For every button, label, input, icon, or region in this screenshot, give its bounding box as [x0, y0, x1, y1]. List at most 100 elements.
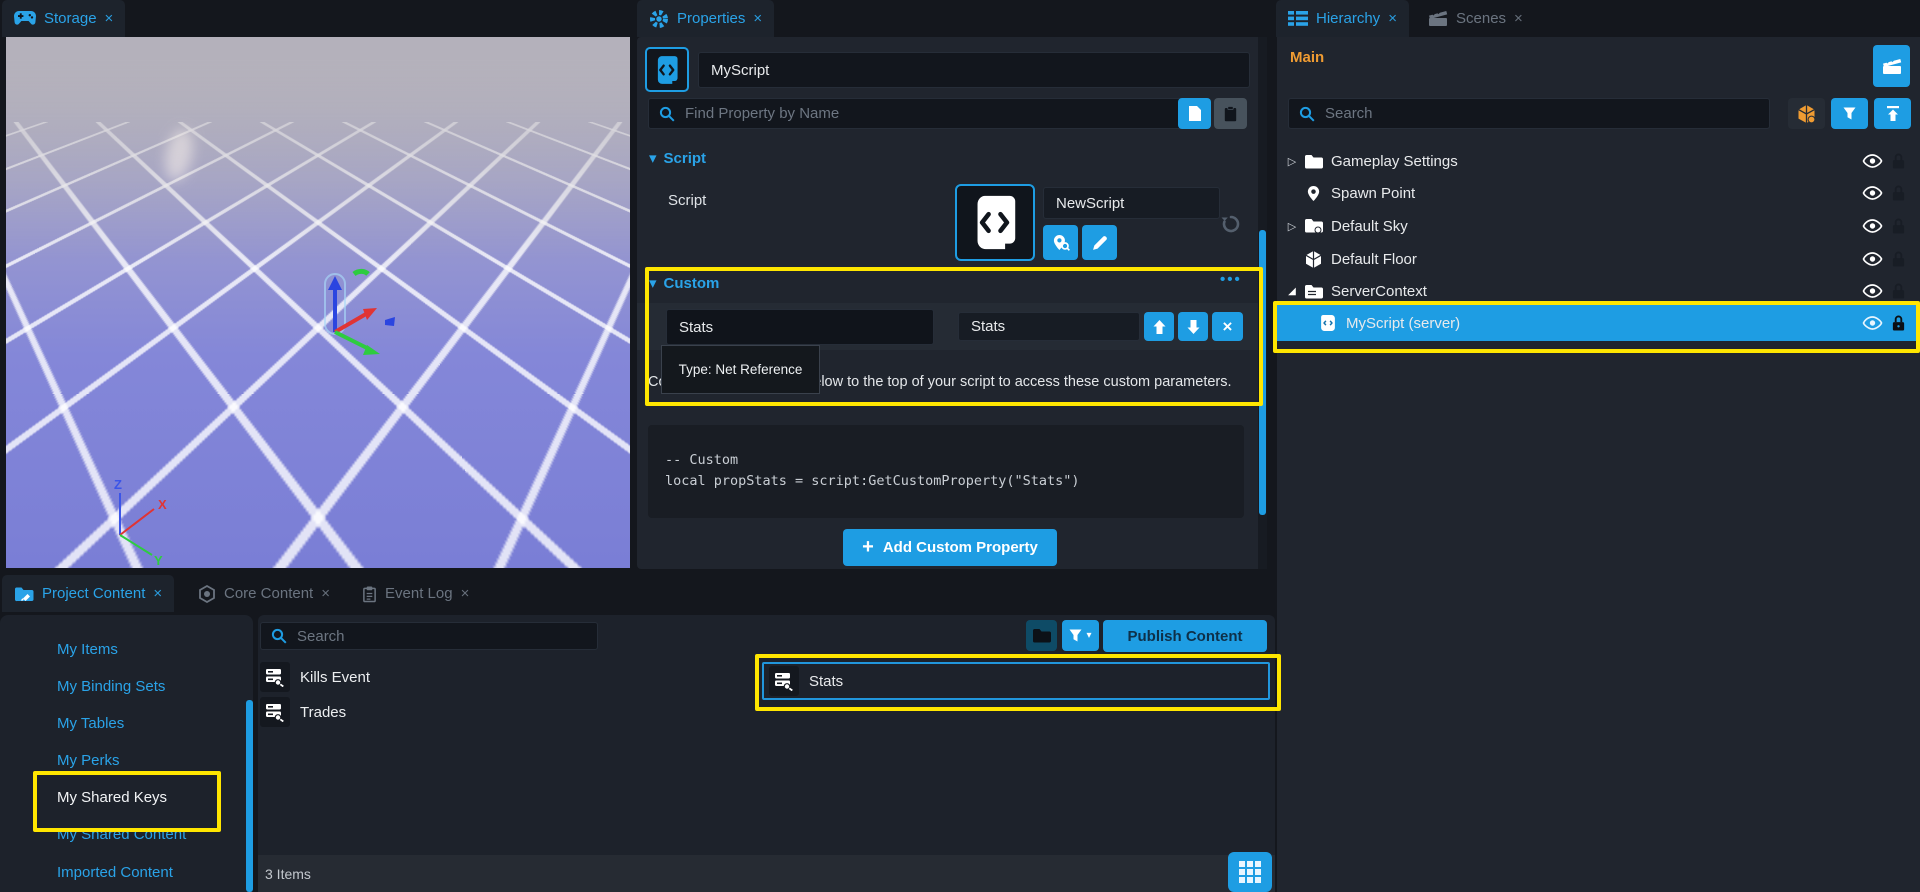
new-scene-button[interactable] — [1873, 45, 1910, 87]
content-item-trades[interactable]: Trades — [260, 697, 346, 727]
sidebar-item-my-tables[interactable]: My Tables — [57, 715, 124, 732]
sidebar-scrollbar[interactable] — [246, 700, 253, 892]
upload-icon — [1886, 106, 1900, 121]
close-icon[interactable]: × — [753, 10, 762, 27]
lock-icon[interactable] — [1891, 184, 1906, 206]
collapse-expanded-icon[interactable]: ◢ — [1284, 286, 1300, 297]
search-icon — [659, 106, 675, 122]
move-property-down-button[interactable] — [1178, 312, 1208, 341]
sidebar-item-my-binding-sets[interactable]: My Binding Sets — [57, 678, 165, 695]
paste-properties-button[interactable] — [1214, 98, 1247, 129]
tree-row-spawn-point[interactable]: Spawn Point — [1277, 177, 1920, 209]
collapse-icon[interactable]: ▾ — [649, 274, 657, 292]
content-filter-button[interactable]: ▾ — [1062, 620, 1099, 651]
tree-row-default-sky[interactable]: ▷ Default Sky — [1277, 210, 1920, 242]
grid-view-button[interactable] — [1228, 852, 1272, 892]
object-name-field[interactable] — [698, 52, 1250, 88]
collapse-icon[interactable]: ▾ — [649, 149, 657, 167]
tab-label: Scenes — [1456, 10, 1506, 27]
close-icon[interactable]: × — [105, 10, 114, 27]
section-script[interactable]: ▾ Script — [649, 149, 706, 167]
custom-property-name-field[interactable] — [666, 309, 934, 345]
section-custom[interactable]: ▾ Custom — [649, 274, 719, 292]
item-label: Kills Event — [300, 669, 370, 686]
script-asset-name-input[interactable] — [1054, 194, 1209, 213]
delete-property-button[interactable]: × — [1212, 312, 1243, 341]
tree-row-server-context[interactable]: ◢ ServerContext — [1277, 275, 1920, 307]
code-snippet[interactable]: -- Custom local propStats = script:GetCu… — [648, 425, 1244, 518]
scrollbar-thumb[interactable] — [1259, 230, 1266, 515]
expand-icon[interactable]: ▷ — [1284, 220, 1300, 233]
eye-icon[interactable] — [1862, 284, 1883, 302]
eye-icon[interactable] — [1862, 219, 1883, 237]
find-asset-button[interactable] — [1043, 225, 1078, 260]
lock-icon[interactable] — [1891, 217, 1906, 239]
sidebar-item-my-perks[interactable]: My Perks — [57, 752, 120, 769]
eye-icon[interactable] — [1862, 316, 1883, 334]
hierarchy-filter-button[interactable] — [1831, 98, 1868, 129]
sidebar-item-my-items[interactable]: My Items — [57, 641, 118, 658]
find-property-field[interactable] — [648, 98, 1182, 129]
tab-core-content[interactable]: Core Content × — [186, 575, 342, 612]
custom-property-value-field[interactable] — [958, 312, 1140, 341]
item-label: Trades — [300, 704, 346, 721]
tab-hierarchy[interactable]: Hierarchy × — [1276, 0, 1409, 37]
reset-property-button[interactable] — [1220, 213, 1242, 240]
arrow-up-icon — [1153, 320, 1166, 334]
script-asset-thumbnail[interactable] — [955, 184, 1035, 261]
publish-content-button[interactable]: Publish Content — [1103, 620, 1267, 652]
properties-scrollbar[interactable] — [1258, 37, 1267, 569]
content-search-field[interactable] — [260, 622, 598, 650]
transform-gizmo[interactable] — [290, 262, 400, 362]
close-icon[interactable]: × — [1388, 10, 1397, 27]
copy-properties-button[interactable] — [1178, 98, 1211, 129]
asset-view-button[interactable] — [1788, 98, 1825, 129]
close-icon[interactable]: × — [1514, 10, 1523, 27]
tab-project-content[interactable]: Project Content × — [2, 575, 174, 612]
eye-icon[interactable] — [1862, 154, 1883, 172]
expand-icon[interactable]: ▷ — [1284, 155, 1300, 168]
tree-item-label: Default Floor — [1331, 251, 1417, 268]
sidebar-item-imported-content[interactable]: Imported Content — [57, 864, 173, 881]
tab-event-log[interactable]: Event Log × — [350, 575, 481, 612]
lock-icon[interactable] — [1891, 152, 1906, 174]
close-icon[interactable]: × — [461, 585, 470, 602]
eye-icon[interactable] — [1862, 186, 1883, 204]
edit-script-button[interactable] — [1082, 225, 1117, 260]
export-button[interactable] — [1874, 98, 1911, 129]
copy-icon — [1188, 105, 1202, 122]
content-item-kills-event[interactable]: Kills Event — [260, 662, 370, 692]
move-property-up-button[interactable] — [1144, 312, 1174, 341]
tab-properties[interactable]: Properties × — [637, 0, 774, 37]
script-asset-name-field[interactable] — [1043, 187, 1220, 219]
add-custom-property-button[interactable]: + Add Custom Property — [843, 529, 1057, 566]
folder-icon — [1032, 628, 1051, 643]
sidebar-item-my-shared-keys[interactable]: My Shared Keys — [57, 789, 167, 806]
content-item-stats-selected[interactable]: Stats — [762, 662, 1270, 700]
lock-icon[interactable] — [1891, 282, 1906, 304]
hierarchy-search-field[interactable] — [1288, 98, 1770, 129]
lock-icon[interactable] — [1891, 314, 1906, 336]
hierarchy-search-input[interactable] — [1323, 104, 1759, 123]
object-name-input[interactable] — [709, 61, 1239, 80]
tree-row-default-floor[interactable]: Default Floor — [1277, 243, 1920, 275]
tab-storage[interactable]: Storage × — [2, 0, 125, 37]
tree-row-myscript-selected[interactable]: MyScript (server) — [1277, 305, 1920, 341]
folder-badge-icon — [1302, 218, 1324, 234]
custom-property-value-input[interactable] — [969, 317, 1129, 336]
content-search-input[interactable] — [295, 627, 587, 646]
eye-icon[interactable] — [1862, 252, 1883, 270]
open-folder-button[interactable] — [1026, 620, 1057, 651]
scene-viewport[interactable]: Z X Y — [6, 37, 630, 568]
tree-item-label: Spawn Point — [1331, 185, 1415, 202]
find-property-input[interactable] — [683, 104, 1171, 123]
custom-property-name-input[interactable] — [677, 318, 923, 337]
close-icon[interactable]: × — [153, 585, 162, 602]
custom-menu-icon[interactable]: ••• — [1220, 271, 1242, 288]
sidebar-item-my-shared-content[interactable]: My Shared Content — [57, 826, 186, 843]
lock-icon[interactable] — [1891, 250, 1906, 272]
close-icon[interactable]: × — [321, 585, 330, 602]
tree-row-gameplay-settings[interactable]: ▷ Gameplay Settings — [1277, 145, 1920, 177]
folder-lines-icon — [1302, 284, 1324, 299]
tab-scenes[interactable]: Scenes × — [1416, 0, 1535, 37]
